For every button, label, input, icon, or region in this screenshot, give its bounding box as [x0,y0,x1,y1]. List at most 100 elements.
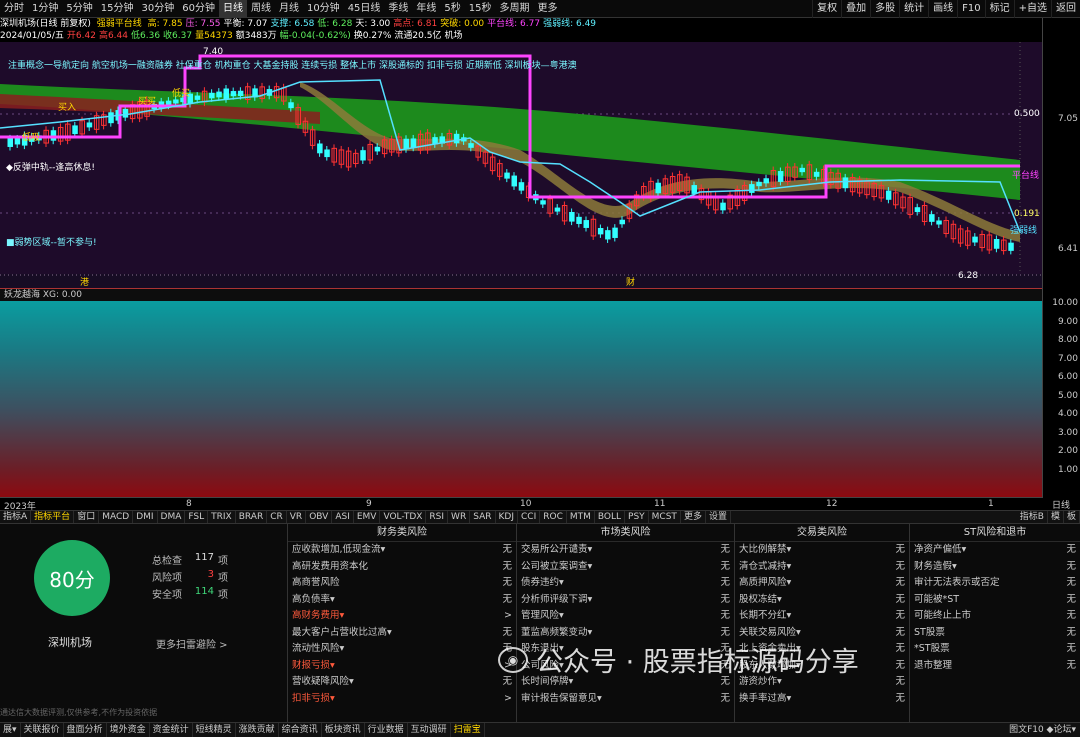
bottom-tab[interactable]: 资金统计 [150,723,193,737]
risk-item[interactable]: 可能被*ST 无 [910,592,1080,609]
risk-item[interactable]: 最大客户占营收比过高▾ 无 [288,625,516,642]
more-scan-link[interactable]: 更多扫雷避险 > [156,636,228,651]
timeframe-tab[interactable]: 日线 [218,0,247,18]
toolbar-button[interactable]: 复权 [812,0,841,18]
indicator-tab[interactable]: DMA [158,511,186,523]
bottom-tab[interactable]: 板块资讯 [322,723,365,737]
indicator-tab[interactable]: VR [287,511,307,523]
risk-item[interactable]: 高研发费用资本化 无 [288,559,516,576]
risk-item[interactable]: 应收款增加,低现金流▾ 无 [288,542,516,559]
bottom-right-links[interactable]: 图文F10 ◆论坛▾ [1005,723,1080,737]
indicator-tab[interactable]: CR [267,511,287,523]
indicator-tab[interactable]: TRIX [208,511,236,523]
bottom-tab[interactable]: 盘面分析 [64,723,107,737]
indicator-tab[interactable]: MACD [99,511,134,523]
timeframe-tab[interactable]: 45日线 [344,0,385,18]
toolbar-button[interactable]: 标记 [984,0,1014,18]
bottom-tab[interactable]: 互动调研 [408,723,451,737]
indicator-tab[interactable]: 模 [1048,511,1064,523]
timeframe-tab[interactable]: 年线 [412,0,440,18]
risk-item[interactable]: 退市整理 无 [910,658,1080,675]
indicator-tab[interactable]: ROC [540,511,567,523]
timeframe-tab[interactable]: 更多 [534,0,562,18]
timeframe-tab[interactable]: 15分钟 [97,0,138,18]
toolbar-button[interactable]: 多股 [870,0,899,18]
risk-item[interactable]: 分析师评级下调▾ 无 [517,592,734,609]
risk-item[interactable]: *ST股票 无 [910,641,1080,658]
timeframe-tab[interactable]: 5秒 [440,0,464,18]
indicator-tab[interactable]: FSL [185,511,209,523]
toolbar-button[interactable]: 统计 [899,0,928,18]
risk-item[interactable]: 股权冻结▾ 无 [735,592,909,609]
indicator-tab[interactable]: SAR [470,511,496,523]
indicator-tab[interactable]: BRAR [236,511,268,523]
toolbar-button[interactable]: F10 [957,0,984,18]
indicator-tab[interactable]: MCST [649,511,681,523]
toolbar-button[interactable]: 返回 [1051,0,1080,18]
indicator-tab[interactable]: 窗口 [74,511,100,523]
toolbar-button[interactable]: 叠加 [841,0,870,18]
risk-item[interactable]: ST股票 无 [910,625,1080,642]
bottom-tab[interactable]: 短线精灵 [193,723,236,737]
indicator-tab[interactable]: 板 [1064,511,1080,523]
timeframe-tab[interactable]: 月线 [275,0,303,18]
indicator-tab[interactable]: WR [448,511,471,523]
timeframe-tab[interactable]: 15秒 [465,0,496,18]
timeframe-tab[interactable]: 季线 [384,0,412,18]
timeframe-tab[interactable]: 60分钟 [178,0,219,18]
indicator-tab[interactable]: 指标B [1017,511,1048,523]
timeframe-tab[interactable]: 1分钟 [28,0,62,18]
timeframe-tab[interactable]: 分时 [0,0,28,18]
indicator-tab[interactable]: CCI [518,511,541,523]
risk-item[interactable]: 可能终止上市 无 [910,608,1080,625]
indicator-tab[interactable]: RSI [426,511,449,523]
bottom-tab[interactable]: 展▾ [0,723,21,737]
risk-item[interactable]: 清仓式减持▾ 无 [735,559,909,576]
indicator-tab[interactable]: KDJ [496,511,518,523]
sub-indicator-chart[interactable] [0,301,1042,497]
risk-item[interactable]: 长期不分红▾ 无 [735,608,909,625]
risk-item[interactable]: 董监高频繁变动▾ 无 [517,625,734,642]
risk-item[interactable]: 公司被立案调查▾ 无 [517,559,734,576]
timeframe-tab[interactable]: 多周期 [496,0,534,18]
indicator-tab[interactable]: 指标平台 [31,511,75,523]
indicator-tab[interactable]: 指标A [0,511,32,523]
indicator-tab[interactable]: PSY [625,511,649,523]
indicator-tab[interactable]: 更多 [681,511,706,523]
timeframe-tab[interactable]: 30分钟 [137,0,178,18]
indicator-tab[interactable]: ASI [332,511,354,523]
candlestick-chart[interactable]: 注重概念一导航定向 航空机场一融资融券 社保重仓 机构重仓 大基金持股 连续亏损… [0,42,1042,288]
risk-item[interactable]: 高商誉风险 无 [288,575,516,592]
indicator-tab[interactable]: EMV [354,511,381,523]
bottom-tab[interactable]: 综合资讯 [279,723,322,737]
toolbar-button[interactable]: +自选 [1013,0,1051,18]
indicator-tab[interactable]: MTM [567,511,595,523]
risk-item[interactable]: 审计无法表示或否定 无 [910,575,1080,592]
toolbar-button[interactable]: 画线 [928,0,957,18]
bottom-tab[interactable]: 扫雷宝 [451,723,485,737]
risk-item[interactable]: 换手率过高▾ 无 [735,691,909,708]
indicator-tab[interactable]: VOL-TDX [380,511,427,523]
risk-item[interactable]: 财务造假▾ 无 [910,559,1080,576]
risk-item[interactable]: 扣非亏损▾ > [288,691,516,708]
indicator-tab[interactable]: DMI [133,511,158,523]
risk-item[interactable]: 高质押风险▾ 无 [735,575,909,592]
risk-item[interactable]: 净资产偏低▾ 无 [910,542,1080,559]
risk-item[interactable]: 大比例解禁▾ 无 [735,542,909,559]
risk-item[interactable]: 交易所公开谴责▾ 无 [517,542,734,559]
risk-item[interactable]: 流动性风险▾ 无 [288,641,516,658]
risk-item[interactable]: 管理风险▾ 无 [517,608,734,625]
risk-item[interactable]: 财报亏损▾ > [288,658,516,675]
bottom-tab[interactable]: 行业数据 [365,723,408,737]
bottom-tab[interactable]: 关联报价 [21,723,64,737]
risk-item[interactable]: 营收疑降风险▾ 无 [288,674,516,691]
risk-item[interactable]: 审计报告保留意见▾ 无 [517,691,734,708]
risk-item[interactable]: 关联交易风险▾ 无 [735,625,909,642]
timeframe-tab[interactable]: 5分钟 [62,0,96,18]
bottom-tab[interactable]: 涨跌贡献 [236,723,279,737]
timeframe-tab[interactable]: 10分钟 [303,0,344,18]
bottom-tab[interactable]: 境外资金 [107,723,150,737]
timeframe-tab[interactable]: 周线 [247,0,275,18]
risk-item[interactable]: 债券违约▾ 无 [517,575,734,592]
risk-item[interactable]: 高财务费用▾ > [288,608,516,625]
